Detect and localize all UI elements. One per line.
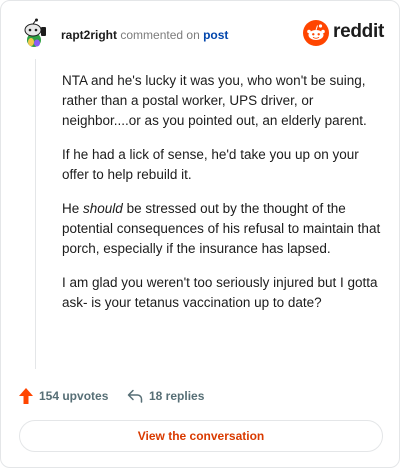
upvote-count: 154 upvotes: [39, 389, 109, 403]
comment-body: NTA and he's lucky it was you, who won't…: [62, 71, 384, 327]
comment-header: rapt2right commented on post reddit: [19, 16, 384, 56]
comment-card: rapt2right commented on post reddit NTA …: [0, 0, 400, 468]
reply-stat[interactable]: 18 replies: [127, 386, 204, 406]
reddit-logo-icon: [303, 20, 329, 46]
reply-arrow-icon: [127, 389, 143, 403]
reddit-brand[interactable]: reddit: [303, 20, 384, 46]
thread-line: [35, 59, 36, 369]
upvote-arrow-icon: [19, 388, 33, 404]
emphasis-text: should: [83, 201, 123, 216]
view-conversation-button[interactable]: View the conversation: [19, 420, 383, 452]
action-text: commented on: [120, 28, 200, 42]
upvote-stat[interactable]: 154 upvotes: [19, 386, 108, 406]
comment-paragraph: He should be stressed out by the thought…: [62, 199, 384, 259]
comment-footer: 154 upvotes 18 replies: [19, 386, 381, 406]
username-link[interactable]: rapt2right: [61, 28, 117, 42]
snoo-avatar-icon[interactable]: [19, 18, 53, 52]
post-link[interactable]: post: [203, 28, 228, 42]
paragraph-text: He: [62, 201, 84, 216]
reddit-wordmark: reddit: [333, 21, 384, 42]
comment-paragraph: If he had a lick of sense, he'd take you…: [62, 147, 359, 182]
comment-paragraph: I am glad you weren't too seriously inju…: [62, 275, 378, 310]
comment-meta: rapt2right commented on post: [61, 28, 228, 42]
reply-count: 18 replies: [149, 389, 205, 403]
comment-paragraph: NTA and he's lucky it was you, who won't…: [62, 73, 367, 128]
view-conversation-label: View the conversation: [137, 429, 265, 443]
